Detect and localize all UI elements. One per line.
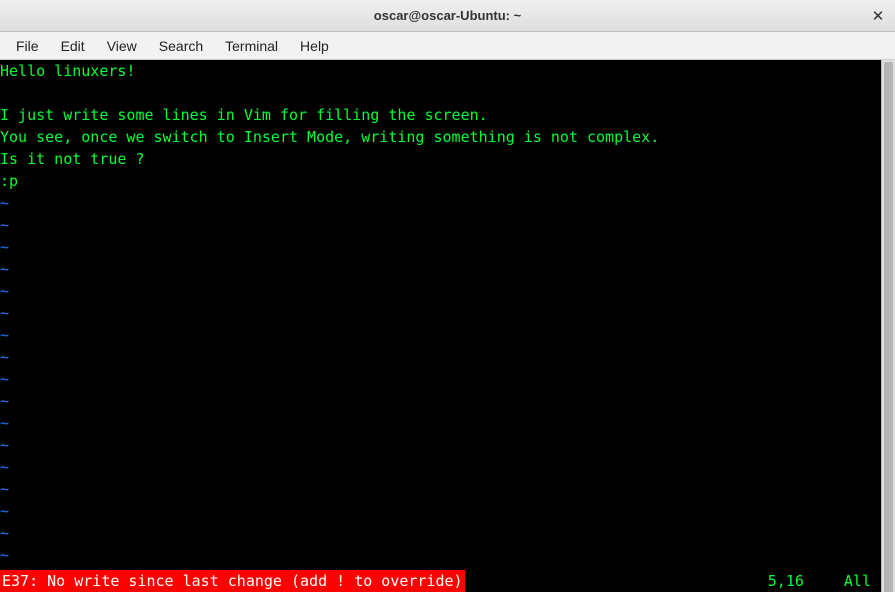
vim-empty-line-tilde: ~: [0, 478, 881, 500]
menu-search[interactable]: Search: [149, 35, 213, 57]
terminal[interactable]: Hello linuxers! I just write some lines …: [0, 60, 881, 592]
status-gap: [465, 570, 768, 592]
menu-file[interactable]: File: [6, 35, 49, 57]
menu-terminal[interactable]: Terminal: [215, 35, 288, 57]
vim-empty-line-tilde: ~: [0, 500, 881, 522]
vim-empty-line-tilde: ~: [0, 236, 881, 258]
scrollbar[interactable]: [881, 60, 895, 592]
vim-empty-line-tilde: ~: [0, 456, 881, 478]
menu-edit[interactable]: Edit: [51, 35, 95, 57]
vim-empty-line-tilde: ~: [0, 368, 881, 390]
vim-empty-line-tilde: ~: [0, 412, 881, 434]
vim-error-message: E37: No write since last change (add ! t…: [0, 570, 465, 592]
terminal-line: [0, 82, 881, 104]
terminal-line: :p: [0, 170, 881, 192]
window-title: oscar@oscar-Ubuntu: ~: [374, 8, 521, 23]
vim-empty-line-tilde: ~: [0, 434, 881, 456]
vim-scroll-indicator: All: [844, 570, 881, 592]
terminal-line: Hello linuxers!: [0, 60, 881, 82]
vim-empty-line-tilde: ~: [0, 346, 881, 368]
vim-empty-line-tilde: ~: [0, 390, 881, 412]
window-titlebar: oscar@oscar-Ubuntu: ~ ✕: [0, 0, 895, 32]
close-icon[interactable]: ✕: [869, 7, 887, 25]
menubar: File Edit View Search Terminal Help: [0, 32, 895, 60]
vim-empty-line-tilde: ~: [0, 544, 881, 566]
terminal-line: Is it not true ?: [0, 148, 881, 170]
terminal-container: Hello linuxers! I just write some lines …: [0, 60, 895, 592]
vim-empty-line-tilde: ~: [0, 522, 881, 544]
scrollbar-thumb[interactable]: [884, 62, 893, 592]
vim-cursor-position: 5,16: [768, 570, 844, 592]
vim-empty-line-tilde: ~: [0, 214, 881, 236]
vim-empty-line-tilde: ~: [0, 324, 881, 346]
vim-empty-line-tilde: ~: [0, 280, 881, 302]
vim-empty-line-tilde: ~: [0, 302, 881, 324]
vim-empty-line-tilde: ~: [0, 192, 881, 214]
vim-empty-line-tilde: ~: [0, 258, 881, 280]
vim-status-line: E37: No write since last change (add ! t…: [0, 570, 881, 592]
menu-help[interactable]: Help: [290, 35, 339, 57]
terminal-line: I just write some lines in Vim for filli…: [0, 104, 881, 126]
terminal-line: You see, once we switch to Insert Mode, …: [0, 126, 881, 148]
menu-view[interactable]: View: [97, 35, 147, 57]
